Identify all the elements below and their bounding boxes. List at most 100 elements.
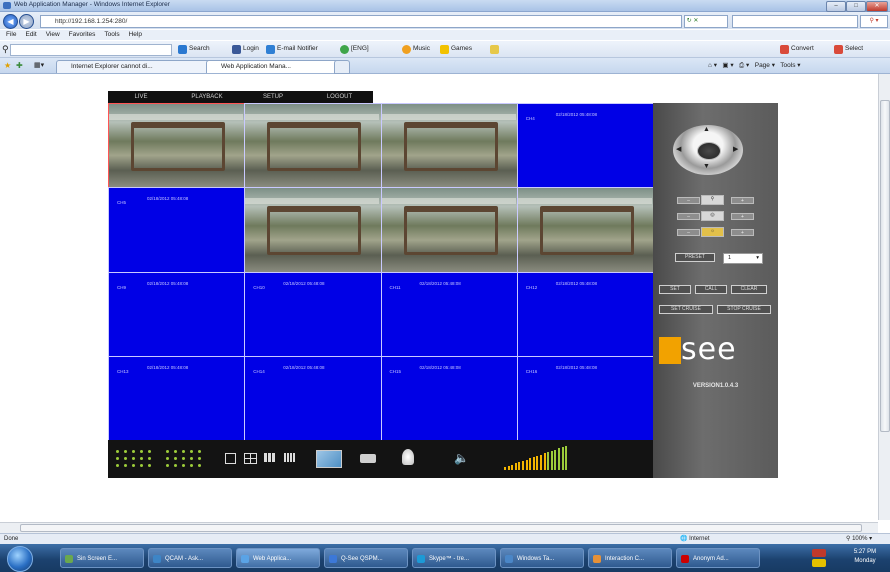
- iris-minus-button[interactable]: –: [677, 229, 700, 236]
- taskbar-item[interactable]: Windows Ta...: [500, 548, 584, 568]
- taskbar-item[interactable]: Anonym Ad...: [676, 548, 760, 568]
- horizontal-scroll-thumb[interactable]: [20, 524, 862, 532]
- layout-sixteen-icon[interactable]: [284, 453, 296, 462]
- camera-tile[interactable]: [380, 103, 518, 189]
- system-clock[interactable]: 5:27 PM Monday: [842, 548, 888, 568]
- tab-ie-error[interactable]: Internet Explorer cannot di...: [56, 60, 220, 73]
- weather-icon: [340, 44, 349, 54]
- search-go-button[interactable]: ⚲ ▾: [860, 15, 888, 28]
- volume-slider[interactable]: [504, 444, 570, 470]
- nav-live[interactable]: LIVE: [108, 91, 174, 103]
- layout-dots-3x3-icon[interactable]: [166, 450, 202, 468]
- camera-tile[interactable]: [244, 187, 382, 273]
- vertical-scroll-thumb[interactable]: [880, 100, 890, 432]
- select-button[interactable]: Select: [834, 41, 863, 57]
- tab-web-application[interactable]: Web Application Mana...: [206, 60, 348, 73]
- address-input[interactable]: http://192.168.1.254:280/: [40, 15, 682, 28]
- iris-plus-button[interactable]: +: [731, 229, 754, 236]
- camera-tile[interactable]: CH16 02/18/2012 05:48:08: [516, 355, 654, 441]
- menu-file[interactable]: File: [6, 31, 16, 38]
- favorites-star-icon[interactable]: ★: [4, 61, 11, 70]
- toolbar-search-input[interactable]: [10, 44, 172, 56]
- maximize-button[interactable]: □: [846, 1, 866, 12]
- nav-logout[interactable]: LOGOUT: [306, 91, 373, 103]
- toolbar-extra-button[interactable]: [490, 41, 499, 57]
- stop-cruise-button[interactable]: STOP CRUISE: [717, 305, 771, 314]
- select-icon: [834, 44, 843, 54]
- volume-bar: [522, 460, 524, 470]
- zoom-minus-button[interactable]: –: [677, 197, 700, 204]
- ptz-left-icon[interactable]: ◀: [676, 145, 681, 153]
- tab-list-icon[interactable]: ▦▾: [34, 61, 44, 69]
- music-button[interactable]: Music: [402, 41, 430, 57]
- taskbar-item[interactable]: Web Applica...: [236, 548, 320, 568]
- camera-tile[interactable]: CH9 02/18/2012 05:48:08: [108, 271, 246, 357]
- menu-edit[interactable]: Edit: [25, 31, 36, 38]
- layout-single-icon[interactable]: [225, 453, 236, 464]
- speaker-icon[interactable]: 🔈: [454, 451, 469, 465]
- login-button[interactable]: Login: [232, 41, 259, 57]
- camera-tile[interactable]: CH14 02/18/2012 05:48:08: [244, 355, 382, 441]
- set-button[interactable]: SET: [659, 285, 691, 294]
- zoom-plus-button[interactable]: +: [731, 197, 754, 204]
- camera-tile[interactable]: [516, 187, 654, 273]
- forward-button[interactable]: ▶: [19, 14, 34, 29]
- taskbar-item[interactable]: Skype™ - tre...: [412, 548, 496, 568]
- tray-warning-icon[interactable]: [812, 549, 826, 557]
- preset-select[interactable]: 1 ▾: [723, 253, 763, 264]
- snapshot-icon[interactable]: [316, 450, 342, 468]
- tray-network-icon[interactable]: [812, 559, 826, 567]
- add-favorites-icon[interactable]: ✚: [16, 61, 23, 70]
- taskbar-item[interactable]: Interaction C...: [588, 548, 672, 568]
- back-button[interactable]: ◀: [3, 14, 18, 29]
- tools-menu[interactable]: Tools: [780, 62, 795, 69]
- start-button[interactable]: [7, 546, 33, 572]
- minimize-button[interactable]: –: [826, 1, 846, 12]
- nav-playback[interactable]: PLAYBACK: [174, 91, 240, 103]
- new-tab-button[interactable]: [334, 60, 350, 74]
- camera-tile[interactable]: [380, 187, 518, 273]
- channel-label: CH15: [389, 368, 402, 374]
- camera-tile[interactable]: [244, 103, 382, 189]
- page-menu[interactable]: Page: [755, 62, 770, 69]
- taskbar-item[interactable]: QCAM - Ask...: [148, 548, 232, 568]
- layout-nine-icon[interactable]: [264, 453, 276, 462]
- layout-quad-icon[interactable]: [244, 453, 257, 464]
- camera-tile[interactable]: CH13 02/18/2012 05:48:08: [108, 355, 246, 441]
- email-notifier-button[interactable]: E-mail Notifier: [266, 41, 318, 57]
- menu-favorites[interactable]: Favorites: [69, 31, 96, 38]
- close-button[interactable]: ✕: [866, 1, 888, 12]
- camera-tile[interactable]: CH15 02/18/2012 05:48:08: [380, 355, 518, 441]
- call-button[interactable]: CALL: [695, 285, 727, 294]
- camera-tile[interactable]: CH10 02/18/2012 05:48:08: [244, 271, 382, 357]
- record-camera-icon[interactable]: [360, 454, 376, 463]
- menu-help[interactable]: Help: [129, 31, 142, 38]
- ptz-down-icon[interactable]: ▼: [703, 163, 710, 170]
- ptz-camera-icon[interactable]: [402, 449, 414, 465]
- focus-minus-button[interactable]: –: [677, 213, 700, 220]
- ptz-up-icon[interactable]: ▲: [703, 126, 710, 133]
- focus-plus-button[interactable]: +: [731, 213, 754, 220]
- ptz-center-button[interactable]: [697, 142, 721, 160]
- taskbar-item[interactable]: Q-See QSPM...: [324, 548, 408, 568]
- camera-tile[interactable]: CH5 02/18/2012 05:48:08: [108, 187, 246, 273]
- camera-tile[interactable]: CH4 02/18/2012 05:48:08: [516, 103, 654, 189]
- zoom-level[interactable]: ⚲ 100% ▾: [846, 534, 872, 544]
- live-search-input[interactable]: [732, 15, 858, 28]
- camera-tile[interactable]: CH11 02/18/2012 05:48:08: [380, 271, 518, 357]
- camera-tile[interactable]: CH12 02/18/2012 05:48:08: [516, 271, 654, 357]
- search-button[interactable]: Search: [178, 41, 210, 57]
- set-cruise-button[interactable]: SET CRUISE: [659, 305, 713, 314]
- menu-tools[interactable]: Tools: [104, 31, 119, 38]
- refresh-stop-group[interactable]: ↻ ✕: [684, 15, 728, 28]
- nav-setup[interactable]: SETUP: [240, 91, 306, 103]
- taskbar-item[interactable]: Sin Screen E...: [60, 548, 144, 568]
- layout-dots-4x4-icon[interactable]: [116, 450, 152, 468]
- clear-button[interactable]: CLEAR: [731, 285, 767, 294]
- convert-button[interactable]: Convert: [780, 41, 814, 57]
- menu-view[interactable]: View: [46, 31, 60, 38]
- ptz-right-icon[interactable]: ▶: [733, 145, 738, 153]
- games-button[interactable]: Games: [440, 41, 472, 57]
- camera-tile[interactable]: [108, 103, 246, 189]
- weather-button[interactable]: [ENG]: [340, 41, 369, 57]
